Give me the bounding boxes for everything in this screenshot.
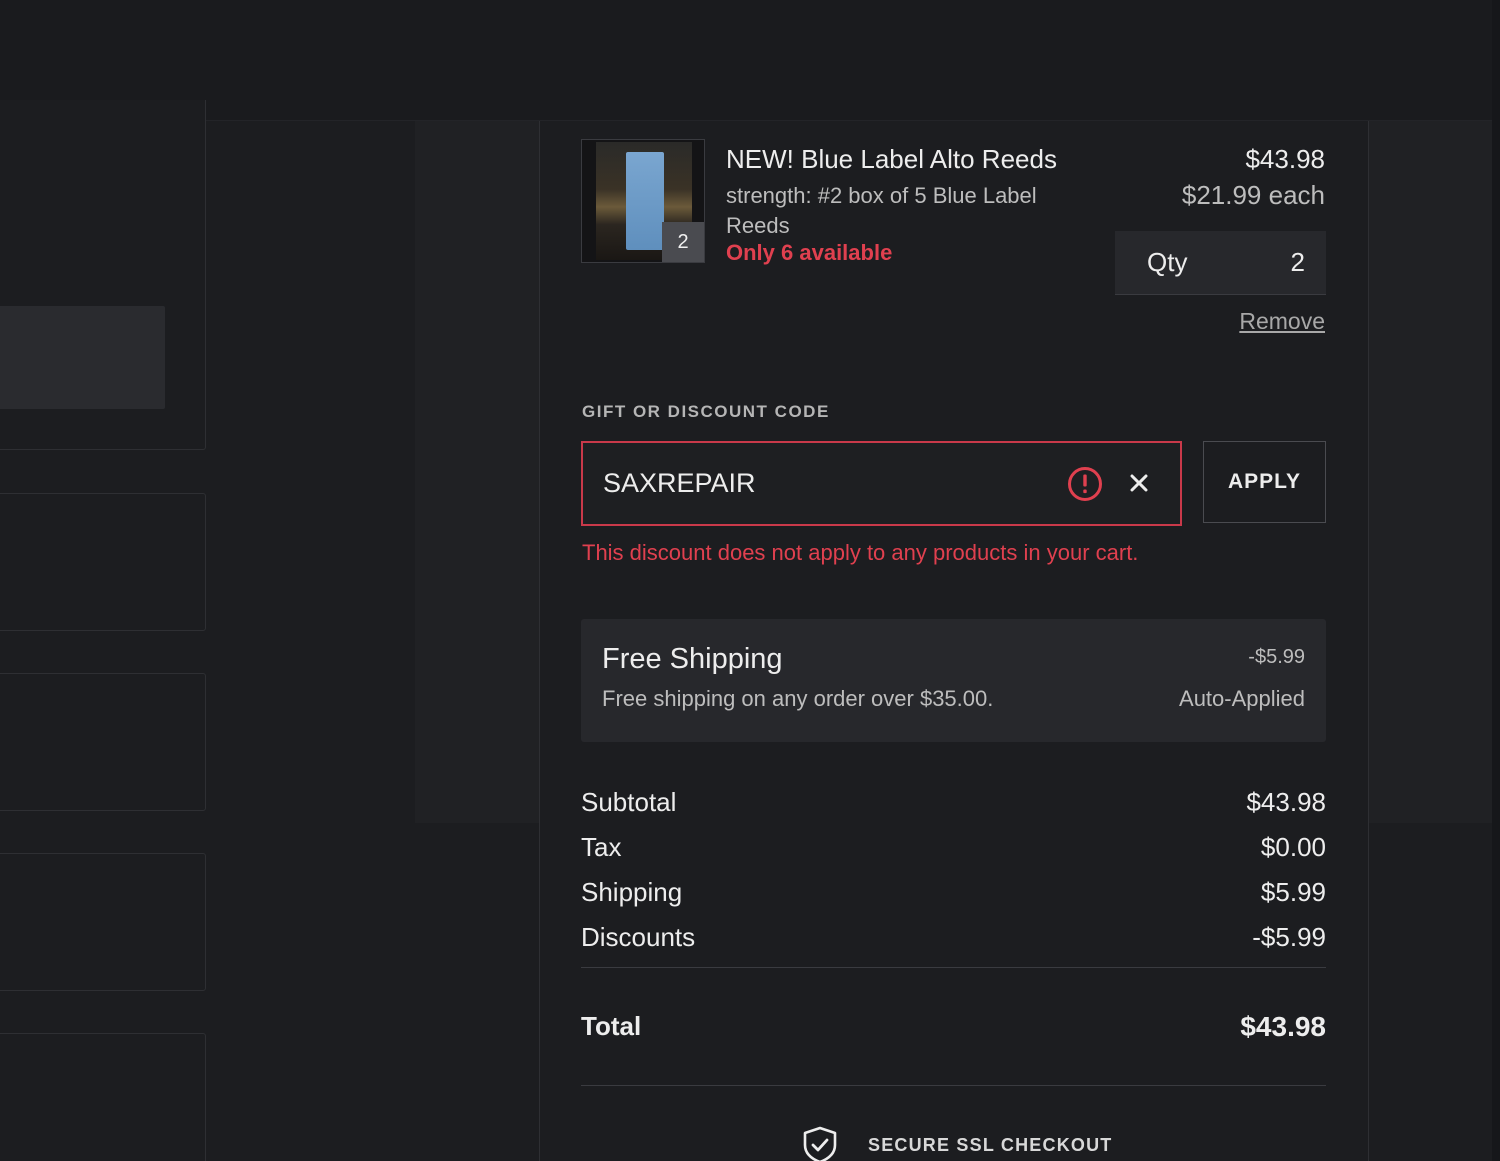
product-title: NEW! Blue Label Alto Reeds [726, 144, 1057, 174]
left-form-card [0, 493, 206, 631]
grand-total-label: Total [581, 1011, 642, 1041]
totals-label: Shipping [581, 877, 683, 907]
header-band [0, 0, 1500, 121]
shield-check-icon [803, 1126, 837, 1161]
totals-label: Subtotal [581, 787, 677, 817]
promo-title: Free Shipping [602, 643, 783, 675]
product-thumbnail: 2 [581, 139, 705, 263]
totals-row-discounts: Discounts -$5.99 [581, 915, 1326, 960]
secure-checkout-label: SECURE SSL CHECKOUT [868, 1134, 1113, 1155]
totals-row-subtotal: Subtotal $43.98 [581, 780, 1326, 825]
stock-warning: Only 6 available [726, 240, 893, 265]
product-variant: strength: #2 box of 5 Blue Label Reeds [726, 183, 1037, 238]
apply-button[interactable]: APPLY [1203, 441, 1326, 523]
left-form-card [0, 1033, 206, 1161]
line-total: $43.98 [1245, 144, 1325, 174]
totals-value: $0.00 [1260, 832, 1326, 862]
side-panel [415, 121, 539, 823]
grand-total-value: $43.98 [1240, 1010, 1326, 1042]
discount-code-input[interactable] [603, 443, 1043, 524]
grand-total-row: Total $43.98 [581, 968, 1326, 1085]
discount-error-message: This discount does not apply to any prod… [582, 540, 1139, 565]
totals-label: Tax [581, 832, 622, 862]
close-icon[interactable] [1127, 471, 1151, 495]
side-panel [1368, 121, 1492, 823]
scrollbar[interactable] [1492, 0, 1500, 1161]
left-form-card [0, 100, 206, 450]
remove-item-link[interactable]: Remove [1239, 308, 1325, 335]
promo-amount: -$5.99 [1248, 646, 1305, 668]
discount-label: GIFT OR DISCOUNT CODE [582, 402, 830, 421]
unit-price: $21.99 each [1181, 180, 1325, 210]
qty-value: 2 [1290, 247, 1305, 277]
totals-value: $5.99 [1260, 877, 1326, 907]
reed-box-image [626, 152, 664, 250]
totals-row-shipping: Shipping $5.99 [581, 870, 1326, 915]
totals-label: Discounts [581, 922, 696, 952]
thumbnail-qty-badge: 2 [662, 222, 704, 262]
left-form-card [0, 853, 206, 991]
totals-value: -$5.99 [1252, 922, 1326, 952]
alert-icon [1068, 467, 1102, 501]
secure-checkout-badge: SECURE SSL CHECKOUT [802, 1126, 1113, 1161]
order-totals: Subtotal $43.98 Tax $0.00 Shipping $5.99… [581, 780, 1326, 1086]
discount-code-field [581, 441, 1182, 526]
left-form-card [0, 673, 206, 811]
promo-status: Auto-Applied [1179, 686, 1305, 711]
promo-description: Free shipping on any order over $35.00. [602, 686, 994, 711]
divider [581, 1085, 1326, 1086]
totals-row-tax: Tax $0.00 [581, 825, 1326, 870]
totals-value: $43.98 [1246, 787, 1326, 817]
quantity-selector[interactable]: Qty 2 [1115, 231, 1326, 295]
checkout-page: 2 NEW! Blue Label Alto Reeds strength: #… [0, 0, 1500, 1161]
qty-label: Qty [1147, 247, 1188, 277]
applied-promo-card: Free Shipping Free shipping on any order… [581, 619, 1326, 742]
left-form-field[interactable] [0, 306, 165, 409]
